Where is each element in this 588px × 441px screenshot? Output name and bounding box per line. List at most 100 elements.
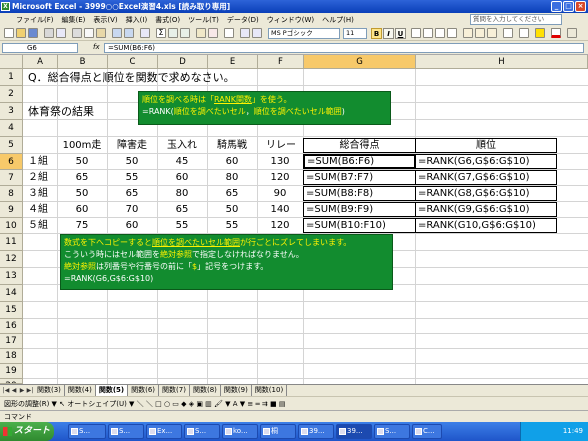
menu-help[interactable]: ヘルプ(H) (318, 15, 358, 25)
score-cell[interactable]: 130 (256, 154, 304, 169)
score-cell[interactable]: 60 (158, 170, 206, 185)
total-formula-cell[interactable]: =SUM(B10:F10) (303, 218, 416, 233)
score-cell[interactable]: 80 (158, 186, 206, 201)
taskbar-item-active[interactable]: 39... (336, 424, 372, 439)
menu-format[interactable]: 書式(O) (151, 15, 184, 25)
taskbar-item[interactable]: S... (68, 424, 106, 439)
column-header-h[interactable]: H (416, 55, 588, 69)
align-left-icon[interactable] (411, 28, 421, 38)
row-header[interactable]: 19 (0, 364, 23, 379)
save-icon[interactable] (28, 28, 38, 38)
score-cell[interactable]: 60 (208, 154, 256, 169)
bold-button[interactable]: B (371, 28, 382, 39)
score-cell[interactable]: 65 (58, 170, 106, 185)
taskbar-item[interactable]: 39... (298, 424, 334, 439)
font-name-select[interactable]: MS Pゴシック (268, 28, 340, 39)
start-button[interactable]: スタート (0, 422, 54, 441)
score-cell[interactable]: 60 (58, 202, 106, 217)
table-subtitle[interactable]: 体育祭の結果 (28, 104, 94, 119)
team-cell[interactable]: ２組 (28, 170, 48, 185)
score-cell[interactable]: 50 (58, 154, 106, 169)
taskbar-item[interactable]: 桐 (260, 424, 296, 439)
rank-function-callout[interactable]: 順位を調べる時は「RANK関数」を使う。 =RANK(順位を調べたいセル，順位を… (138, 91, 391, 125)
first-sheet-icon[interactable]: |◀ (2, 387, 10, 394)
help-icon[interactable] (240, 28, 250, 38)
worksheet-grid[interactable]: A B C D E F G H 1 2 3 4 5 6 7 8 9 10 11 … (0, 55, 588, 384)
score-cell[interactable]: 65 (108, 186, 156, 201)
sheet-tab[interactable]: 関数(6) (128, 385, 160, 396)
sheet-tab[interactable]: 関数(3) (34, 385, 65, 396)
currency-icon[interactable] (463, 28, 473, 38)
hyperlink-icon[interactable] (140, 28, 150, 38)
new-file-icon[interactable] (4, 28, 14, 38)
align-center-icon[interactable] (423, 28, 433, 38)
score-cell[interactable]: 90 (256, 186, 304, 201)
column-header-d[interactable]: D (158, 55, 208, 69)
prev-sheet-icon[interactable]: ◀ (10, 387, 18, 394)
indent-icon[interactable] (503, 28, 513, 38)
row-header[interactable]: 4 (0, 120, 23, 137)
row-header[interactable]: 9 (0, 202, 23, 218)
toolbar-overflow-icon[interactable] (567, 28, 577, 38)
menu-insert[interactable]: 挿入(I) (122, 15, 152, 25)
row-header[interactable]: 15 (0, 302, 23, 319)
row-header[interactable]: 14 (0, 285, 23, 302)
menu-edit[interactable]: 編集(E) (58, 15, 90, 25)
merge-center-icon[interactable] (447, 28, 457, 38)
clock[interactable]: 11:49 (563, 427, 583, 435)
menu-view[interactable]: 表示(V) (89, 15, 121, 25)
column-header-a[interactable]: A (23, 55, 58, 69)
row-header[interactable]: 1 (0, 69, 23, 86)
score-cell[interactable]: 50 (208, 202, 256, 217)
row-header[interactable]: 2 (0, 86, 23, 103)
row-header[interactable]: 3 (0, 103, 23, 120)
drawing-toolbar[interactable]: 図形の調整(R) ▼ ↖ オートシェイプ(U) ▼ ＼ ＼ □ ○ ▭ ◆ ◈ … (0, 396, 588, 410)
row-header[interactable]: 13 (0, 268, 23, 285)
score-cell[interactable]: 65 (208, 186, 256, 201)
borders-icon[interactable] (519, 28, 529, 38)
total-formula-cell-selected[interactable]: =SUM(B6:F6) (303, 154, 416, 169)
sort-ascending-icon[interactable] (168, 28, 178, 38)
total-formula-cell[interactable]: =SUM(B8:F8) (303, 186, 416, 201)
row-header[interactable]: 16 (0, 319, 23, 334)
print-icon[interactable] (44, 28, 54, 38)
row-header[interactable]: 5 (0, 137, 23, 154)
cut-icon[interactable] (72, 28, 82, 38)
font-color-icon[interactable] (551, 28, 561, 38)
score-cell[interactable]: 80 (208, 170, 256, 185)
score-cell[interactable]: 140 (256, 202, 304, 217)
sheet-tab[interactable]: 関数(8) (189, 385, 221, 396)
menu-data[interactable]: データ(D) (223, 15, 263, 25)
sheet-tab[interactable]: 関数(4) (64, 385, 96, 396)
column-header-b[interactable]: B (58, 55, 108, 69)
zoom-icon[interactable] (224, 28, 234, 38)
score-cell[interactable]: 70 (108, 202, 156, 217)
score-cell[interactable]: 65 (158, 202, 206, 217)
taskbar-item[interactable]: ko... (222, 424, 258, 439)
menu-tools[interactable]: ツール(T) (184, 15, 223, 25)
rank-formula-cell[interactable]: =RANK(G10,G$6:G$10) (415, 218, 557, 233)
score-cell[interactable]: 45 (158, 154, 206, 169)
column-header-e[interactable]: E (208, 55, 258, 69)
team-cell[interactable]: ３組 (28, 186, 48, 201)
help-search-input[interactable]: 質問を入力してください (470, 14, 562, 25)
header-cavalry[interactable]: 騎馬戦 (208, 138, 256, 153)
team-cell[interactable]: ４組 (28, 202, 48, 217)
font-size-select[interactable]: 11 (343, 28, 367, 39)
select-all-corner[interactable] (0, 55, 23, 69)
autosum-icon[interactable]: Σ (156, 28, 166, 38)
function-icon[interactable]: fx (93, 43, 100, 51)
redo-icon[interactable] (124, 28, 134, 38)
total-formula-cell[interactable]: =SUM(B7:F7) (303, 170, 416, 185)
row-header[interactable]: 7 (0, 170, 23, 186)
row-header[interactable]: 12 (0, 251, 23, 268)
sheet-tab-active[interactable]: 関数(5) (95, 385, 129, 396)
row-header[interactable]: 6 (0, 154, 23, 170)
drawing-toolbar-label[interactable]: 図形の調整(R) ▼ ↖ オートシェイプ(U) ▼ ＼ ＼ □ ○ ▭ ◆ ◈ … (4, 400, 285, 408)
taskbar-item[interactable]: S... (374, 424, 410, 439)
header-ball-toss[interactable]: 玉入れ (158, 138, 206, 153)
score-cell[interactable]: 60 (108, 218, 156, 233)
minimize-button[interactable]: _ (551, 1, 562, 12)
header-rank[interactable]: 順位 (415, 138, 557, 153)
open-folder-icon[interactable] (16, 28, 26, 38)
